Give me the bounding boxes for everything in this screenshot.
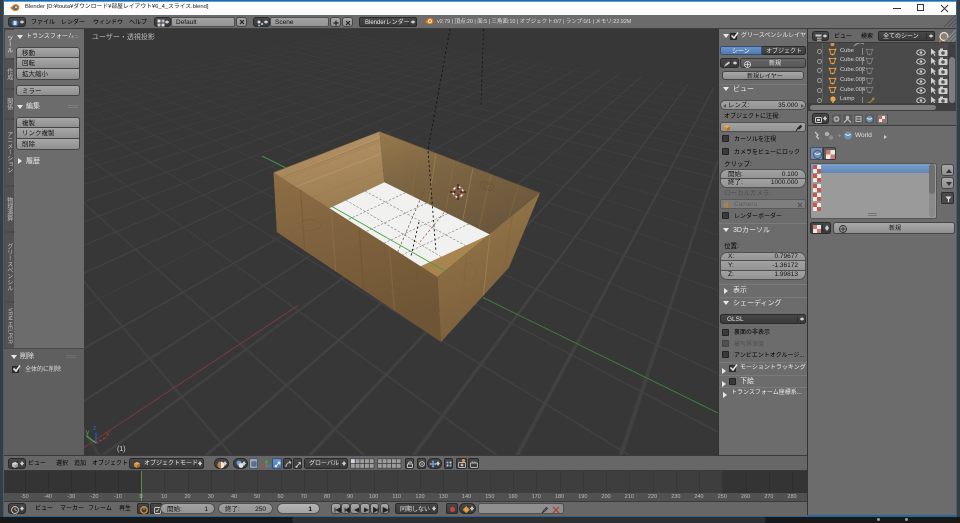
svg-text:z: z [93, 425, 96, 432]
svg-text:(1): (1) [117, 446, 126, 453]
svg-text:y: y [86, 429, 90, 436]
svg-text:x: x [106, 431, 110, 438]
svg-text:ユーザー・透視投影: ユーザー・透視投影 [92, 32, 155, 41]
